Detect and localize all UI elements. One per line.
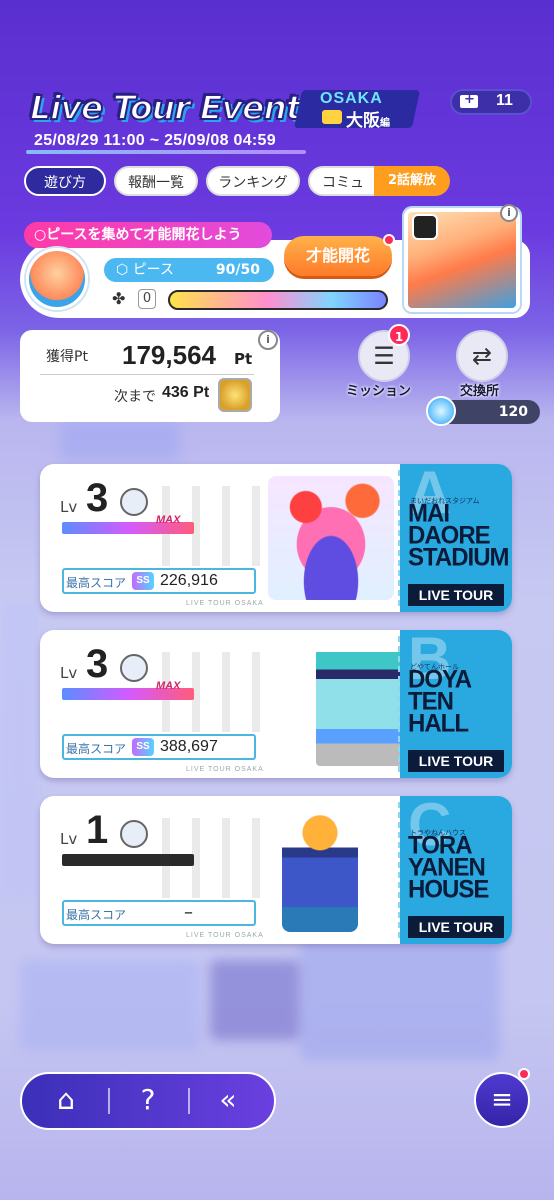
earned-points-unit: Pt [234,350,253,368]
level-label: Lv [60,498,78,516]
notification-dot [518,1068,530,1080]
live-tour-label: LIVE TOUR [408,916,504,938]
next-reward-value: 436 Pt [162,384,210,401]
tab-how-to-play[interactable]: 遊び方 [24,166,106,196]
talent-progress-bar [168,290,388,310]
stage-footer: LIVE TOUR OSAKA [186,932,264,939]
exchange-icon: ⇄ [471,342,493,370]
tab-rewards[interactable]: 報酬一覧 [114,166,198,196]
score-rank-badge: SS [132,572,154,590]
ticket-count: 11 [496,92,513,109]
tab-commu[interactable]: コミュ [308,166,378,196]
score-rank-badge: SS [132,738,154,756]
level-value: 1 [86,808,109,852]
talent-banner: ○ピースを集めて才能開花しよう [24,222,272,248]
best-score-label: 最高スコア [66,742,127,756]
event-date-range: 25/08/29 11:00 ~ 25/09/08 04:59 [34,132,276,149]
ticket-icon [460,92,478,108]
best-score-value: 226,916 [160,572,218,589]
info-icon[interactable]: i [500,204,518,222]
menu-icon[interactable]: ≡ [474,1072,530,1128]
talent-bloom-button[interactable]: 才能開花 [284,236,392,276]
earned-points-value: 179,564 [122,340,216,370]
info-icon[interactable]: i [258,330,278,350]
rank-icon [120,654,148,682]
stage-card-a[interactable]: Lv 3 MAX 最高スコア SS 226,916 LIVE TOUR OSAK… [40,459,512,612]
help-icon[interactable]: ? [128,1080,168,1120]
stage-name: DOYA TEN HALL [408,665,472,738]
live-tour-label: LIVE TOUR [408,750,504,772]
exchange-label: 交換所 [460,384,500,399]
level-value: 3 [86,642,109,686]
stage-art-house [282,808,358,932]
rank-icon [120,488,148,516]
best-score-value: – [184,902,193,923]
stage-card-b[interactable]: Lv 3 MAX 最高スコア SS 388,697 LIVE TOUR OSAK… [40,625,512,778]
character-avatar[interactable] [26,248,88,310]
level-label: Lv [60,830,78,848]
stage-name: MAI DAORE STADIUM [408,499,510,572]
mission-label: ミッション [346,384,412,399]
back-icon[interactable]: « [208,1080,248,1120]
home-icon[interactable]: ⌂ [46,1080,86,1120]
exchange-button[interactable]: ⇄ [456,330,508,382]
piece-value: 90/50 [215,262,260,278]
best-score-label: 最高スコア [66,576,127,590]
nav-separator [108,1088,110,1114]
level-bar [62,854,194,866]
stage-footer: LIVE TOUR OSAKA [186,766,264,773]
max-label: MAX [156,514,181,526]
rarity-badge-icon [412,214,438,240]
date-underline [26,150,306,154]
coin-icon [426,396,456,426]
tab-ranking[interactable]: ランキング [206,166,300,196]
piece-label: ⬡ ピース [116,262,174,278]
level-label: Lv [60,664,78,682]
live-tour-label: LIVE TOUR [408,584,504,606]
notification-dot [383,234,395,246]
stage-footer: LIVE TOUR OSAKA [186,600,264,607]
location-jp: 大阪編 [346,111,390,131]
piece-counter: ⬡ ピース 90/50 [104,258,274,282]
stage-art-hall [316,642,402,766]
stage-card-c[interactable]: Lv 1 最高スコア – LIVE TOUR OSAKA C トラやねんハウス … [40,791,512,944]
event-title: Live Tour Event [29,87,303,128]
divider [40,374,254,375]
best-score-value: 388,697 [160,738,218,755]
next-reward-label: 次まで [114,389,156,405]
osaka-mascot-icon [322,110,342,124]
clover-icon: ✤ [112,289,126,308]
stage-name: TORA YANEN HOUSE [408,831,489,904]
nav-separator [188,1088,190,1114]
stage-art-stadium [268,476,394,600]
best-score-label: 最高スコア [66,908,127,922]
rank-icon [120,820,148,848]
mission-badge: 1 [388,324,410,346]
earned-points-label: 獲得Pt [46,349,88,365]
commu-unlock-badge[interactable]: 2話解放 [374,166,450,196]
next-reward-medal-icon[interactable] [218,378,252,412]
max-label: MAX [156,680,181,692]
clover-count: 0 [138,289,156,309]
level-value: 3 [86,476,109,520]
